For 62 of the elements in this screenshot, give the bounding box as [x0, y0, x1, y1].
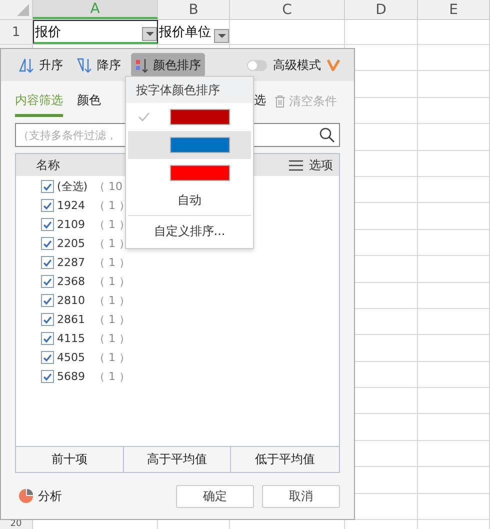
checkbox[interactable]	[41, 218, 54, 231]
filter-dropdown-button[interactable]	[142, 27, 157, 41]
checkbox[interactable]	[41, 256, 54, 269]
value-label: 2368	[57, 275, 86, 288]
quick-filter-button[interactable]: 高于平均值	[124, 447, 232, 472]
filter-tab[interactable]: 选	[254, 86, 266, 116]
sort-button[interactable]: 升序	[15, 53, 67, 77]
checkbox[interactable]	[41, 199, 54, 212]
caret-icon	[146, 32, 154, 36]
menu-title: 按字体颜色排序	[126, 77, 253, 103]
value-label: 2205	[57, 237, 86, 250]
filter-dropdown-button[interactable]	[214, 29, 229, 43]
table-cell: 报价单位	[158, 20, 230, 44]
checkbox[interactable]	[41, 332, 54, 345]
row-header[interactable]: 1	[0, 20, 33, 44]
value-label: 4115	[57, 332, 86, 345]
value-count: （ 1 ）	[94, 350, 130, 365]
checkbox[interactable]	[41, 370, 54, 383]
checkbox[interactable]	[41, 313, 54, 326]
column-title: 名称	[36, 156, 60, 174]
quick-filter-button[interactable]: 前十项	[16, 447, 124, 472]
checkbox[interactable]	[41, 275, 54, 288]
value-count: （ 1 ）	[94, 274, 130, 289]
menu-icon	[289, 160, 303, 170]
value-label: 2109	[57, 218, 86, 231]
checkbox[interactable]	[41, 180, 54, 193]
v-icon	[327, 59, 340, 71]
advanced-mode-toggle[interactable]	[247, 60, 267, 70]
sort-button[interactable]: 降序	[73, 53, 125, 77]
value-count: （ 1 ）	[94, 369, 130, 384]
checkbox[interactable]	[41, 237, 54, 250]
checkbox[interactable]	[41, 294, 54, 307]
value-label: 4505	[57, 351, 86, 364]
quick-filter-button[interactable]: 低于平均值	[231, 447, 339, 472]
search-icon[interactable]	[319, 127, 335, 143]
value-count: （ 1 ）	[94, 293, 130, 308]
table-cell: 报价	[33, 20, 158, 44]
dialog-button[interactable]: 确定	[176, 484, 254, 508]
value-label: 2810	[57, 294, 86, 307]
value-label: 2287	[57, 256, 86, 269]
value-count: （ 1 ）	[94, 331, 130, 346]
sort-descending-icon	[77, 57, 93, 73]
value-count: （ 10	[94, 179, 122, 194]
dialog-button[interactable]: 取消	[262, 484, 340, 508]
value-label: 1924	[57, 199, 86, 212]
pie-chart-icon	[19, 489, 33, 503]
sort-button[interactable]: 颜色排序	[131, 53, 205, 77]
value-label: (全选)	[57, 179, 89, 194]
trash-icon	[274, 94, 286, 108]
value-label: 2861	[57, 313, 86, 326]
value-count: （ 1 ）	[94, 312, 130, 327]
color-option[interactable]	[128, 131, 251, 159]
color-sort-icon	[135, 57, 149, 73]
value-label: 5689	[57, 370, 86, 383]
advanced-mode-label: 高级模式	[273, 56, 321, 74]
analysis-button[interactable]: 分析	[19, 488, 62, 504]
sort-ascending-icon	[19, 57, 35, 73]
checkbox[interactable]	[41, 351, 54, 364]
value-count: （ 1 ）	[94, 255, 130, 270]
caret-icon	[218, 34, 226, 38]
options-button[interactable]: 选项	[289, 156, 333, 174]
filter-tab[interactable]: 颜色	[77, 86, 101, 116]
